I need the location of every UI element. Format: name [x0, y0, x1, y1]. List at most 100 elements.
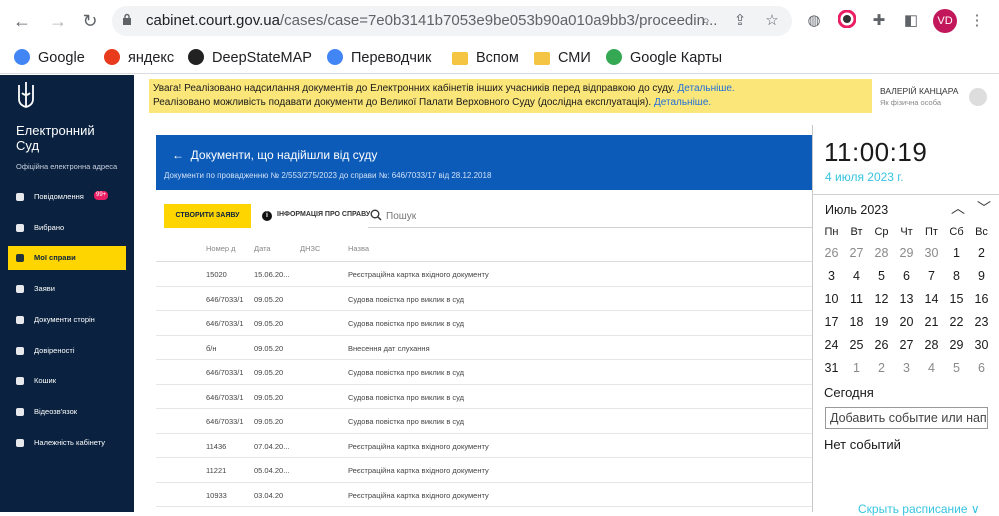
chevron-up-icon[interactable]: ︿ [949, 199, 967, 217]
sidebar-item[interactable]: Вибрано [8, 216, 126, 240]
globe-extension-icon[interactable]: ◍ [803, 10, 825, 32]
calendar-day[interactable]: 30 [969, 334, 994, 356]
chevron-down-icon[interactable]: ﹀ [975, 199, 993, 217]
calendar-day[interactable]: 5 [944, 357, 969, 379]
clock-date[interactable]: 4 июля 2023 г. [825, 170, 904, 184]
table-row[interactable]: б/н 09.05.20 Внесення дат слухання [156, 336, 812, 360]
column-header[interactable]: Назва [348, 244, 369, 253]
create-application-button[interactable]: СТВОРИТИ ЗАЯВУ [164, 204, 251, 228]
bookmark-item[interactable]: Переводчик [327, 48, 431, 68]
calendar-day[interactable]: 25 [844, 334, 869, 356]
calendar-day[interactable]: 12 [869, 288, 894, 310]
calendar-day[interactable]: 27 [894, 334, 919, 356]
today-label[interactable]: Сегодня [824, 385, 874, 400]
column-header[interactable]: Дата [254, 244, 271, 253]
bookmark-item[interactable]: Вспом [452, 48, 519, 68]
sidebar-item[interactable]: Мої справи [8, 246, 126, 270]
calendar-day[interactable]: 26 [869, 334, 894, 356]
reload-icon[interactable]: ↻ [78, 9, 102, 33]
column-header[interactable]: Номер д [206, 244, 236, 253]
extensions-puzzle-icon[interactable]: ✚ [868, 10, 890, 32]
color-extension-icon[interactable] [836, 9, 858, 32]
search-input[interactable] [386, 207, 786, 225]
calendar-day[interactable]: 11 [844, 288, 869, 310]
bookmark-item[interactable]: Google [14, 48, 85, 68]
calendar-day[interactable]: 16 [969, 288, 994, 310]
calendar-day[interactable]: 27 [844, 242, 869, 264]
notice-link-1[interactable]: Детальніше. [678, 83, 735, 94]
table-row[interactable]: 11221 05.04.20... Реєстраційна картка вхід… [156, 458, 812, 483]
back-icon[interactable]: ← [10, 9, 34, 33]
calendar-day[interactable]: 4 [844, 265, 869, 287]
calendar-day[interactable]: 21 [919, 311, 944, 333]
calendar-day[interactable]: 31 [819, 357, 844, 379]
calendar-day[interactable]: 17 [819, 311, 844, 333]
user-profile[interactable]: ВАЛЕРІЙ КАНЦАРА Як фізична особа [880, 86, 990, 107]
share-icon[interactable]: ⇪ [730, 11, 750, 31]
calendar-day[interactable]: 13 [894, 288, 919, 310]
bookmark-star-icon[interactable]: ☆ [762, 11, 782, 31]
notice-link-2[interactable]: Детальніше. [654, 97, 711, 108]
calendar-day[interactable]: 29 [944, 334, 969, 356]
address-bar[interactable]: cabinet.court.gov.ua/cases/case=7e0b3141… [112, 6, 792, 36]
zoom-icon[interactable]: ⌕ [696, 11, 716, 31]
table-cell: б/н [206, 343, 217, 353]
back-arrow-icon[interactable]: ← [172, 148, 184, 162]
sidebar-item[interactable]: Відеозв'язок [8, 400, 126, 424]
bookmark-item[interactable]: яндекс [104, 48, 174, 68]
sidebar-item[interactable]: Кошик [8, 369, 126, 393]
menu-kebab-icon[interactable]: ⋮ [966, 10, 988, 32]
table-row[interactable]: 11436 07.04.20... Реєстраційна картка вхід… [156, 434, 812, 458]
calendar-day[interactable]: 18 [844, 311, 869, 333]
sidebar-item[interactable]: Належність кабінету [8, 431, 126, 455]
profile-avatar[interactable]: VD [933, 9, 957, 33]
bookmark-item[interactable]: DeepStateMAP [188, 48, 312, 68]
calendar-day[interactable]: 20 [894, 311, 919, 333]
user-avatar[interactable] [969, 88, 987, 106]
calendar-day[interactable]: 15 [944, 288, 969, 310]
sidebar-item[interactable]: Документи сторін [8, 308, 126, 332]
calendar-day[interactable]: 6 [894, 265, 919, 287]
calendar-day[interactable]: 10 [819, 288, 844, 310]
calendar-day[interactable]: 2 [869, 357, 894, 379]
sidebar-item[interactable]: Довіреності [8, 339, 126, 363]
side-panel-icon[interactable]: ◧ [900, 10, 922, 32]
calendar-day[interactable]: 8 [944, 265, 969, 287]
calendar-day[interactable]: 30 [919, 242, 944, 264]
sidebar-item[interactable]: Повідомлення 99+ [8, 185, 126, 209]
calendar-day[interactable]: 23 [969, 311, 994, 333]
case-info-button[interactable]: i ІНФОРМАЦІЯ ПРО СПРАВУ [262, 208, 370, 222]
calendar-day[interactable]: 7 [919, 265, 944, 287]
calendar-day[interactable]: 26 [819, 242, 844, 264]
calendar-day[interactable]: 24 [819, 334, 844, 356]
bookmark-item[interactable]: Google Карты [606, 48, 722, 68]
table-row[interactable]: 646/7033/1 09.05.20 Судова повістка про ви… [156, 360, 812, 385]
table-row[interactable]: 646/7033/1 09.05.20 Судова повістка про ви… [156, 409, 812, 434]
calendar-day[interactable]: 2 [969, 242, 994, 264]
calendar-day[interactable]: 3 [819, 265, 844, 287]
table-row[interactable]: 646/7033/1 09.05.20 Судова повістка про ви… [156, 385, 812, 409]
calendar-day[interactable]: 14 [919, 288, 944, 310]
calendar-day[interactable]: 1 [944, 242, 969, 264]
calendar-day[interactable]: 6 [969, 357, 994, 379]
add-event-input[interactable]: Добавить событие или нап [825, 407, 988, 429]
calendar-day[interactable]: 28 [869, 242, 894, 264]
table-row[interactable]: 646/7033/1 09.05.20 Судова повістка про ви… [156, 287, 812, 311]
hide-schedule-link[interactable]: Скрыть расписание ∨ [858, 502, 980, 516]
forward-icon[interactable]: → [46, 9, 70, 33]
table-row[interactable]: 646/7033/1 09.05.20 Судова повістка про ви… [156, 311, 812, 336]
sidebar-item[interactable]: Заяви [8, 277, 126, 301]
calendar-day[interactable]: 3 [894, 357, 919, 379]
calendar-day[interactable]: 4 [919, 357, 944, 379]
column-header[interactable]: ДНЗС [300, 244, 320, 253]
calendar-day[interactable]: 22 [944, 311, 969, 333]
calendar-day[interactable]: 19 [869, 311, 894, 333]
bookmark-item[interactable]: СМИ [534, 48, 591, 68]
calendar-day[interactable]: 29 [894, 242, 919, 264]
table-row[interactable]: 15020 15.06.20... Реєстраційна картка вхід… [156, 262, 812, 287]
calendar-day[interactable]: 1 [844, 357, 869, 379]
calendar-day[interactable]: 5 [869, 265, 894, 287]
table-row[interactable]: 10933 03.04.20 Реєстраційна картка вхідног… [156, 483, 812, 507]
calendar-day[interactable]: 28 [919, 334, 944, 356]
calendar-day[interactable]: 9 [969, 265, 994, 287]
